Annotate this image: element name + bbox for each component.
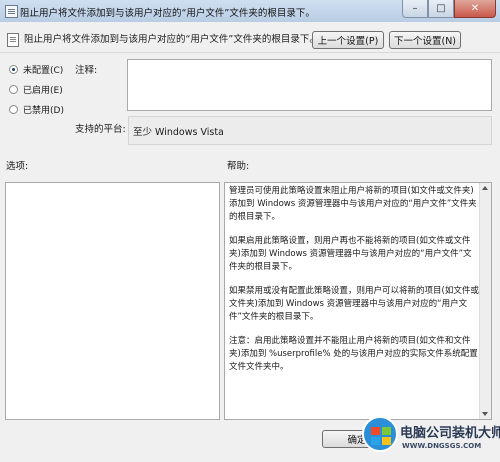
help-paragraph: 注意：启用此策略设置并不能阻止用户将新的项目(如文件和文件夹)添加到 %user… <box>229 336 478 372</box>
options-pane <box>5 182 220 420</box>
help-label: 帮助: <box>227 161 250 172</box>
platform-label: 支持的平台: <box>75 124 126 135</box>
window-controls: – □ ✕ <box>402 0 496 18</box>
separator <box>0 52 500 53</box>
minimize-button[interactable]: – <box>402 0 428 18</box>
help-paragraph: 如果启用此策略设置，则用户再也不能将新的项目(如文件或文件夹)添加到 Windo… <box>229 236 472 272</box>
watermark: 电脑公司装机大师 WWW.DNGSGS.COM <box>362 410 500 462</box>
radio-not-configured[interactable]: 未配置(C) <box>9 63 63 76</box>
help-paragraph: 管理员可使用此策略设置来阻止用户将新的项目(如文件或文件夹)添加到 Window… <box>229 186 477 222</box>
help-pane[interactable]: 管理员可使用此策略设置来阻止用户将新的项目(如文件或文件夹)添加到 Window… <box>224 182 492 420</box>
watermark-logo-icon <box>362 416 398 452</box>
window-title: 阻止用户将文件添加到与该用户对应的“用户文件”文件夹的根目录下。 <box>20 8 315 19</box>
radio-label: 未配置(C) <box>23 66 64 76</box>
watermark-title: 电脑公司装机大师 <box>400 426 500 441</box>
radio-dot[interactable] <box>9 85 18 94</box>
next-setting-button[interactable]: 下一个设置(N) <box>389 31 461 49</box>
radio-label: 已禁用(D) <box>23 106 64 116</box>
previous-setting-button[interactable]: 上一个设置(P) <box>312 31 384 49</box>
radio-enabled[interactable]: 已启用(E) <box>9 83 63 96</box>
radio-label: 已启用(E) <box>23 86 63 96</box>
policy-title: 阻止用户将文件添加到与该用户对应的“用户文件”文件夹的根目录下。 <box>24 34 319 45</box>
title-bar: 阻止用户将文件添加到与该用户对应的“用户文件”文件夹的根目录下。 – □ ✕ <box>0 0 500 23</box>
help-scrollbar[interactable] <box>479 183 491 419</box>
comment-label: 注释: <box>75 65 98 76</box>
maximize-button[interactable]: □ <box>428 0 454 18</box>
watermark-url: WWW.DNGSGS.COM <box>402 442 482 450</box>
radio-dot[interactable] <box>9 105 18 114</box>
supported-platform-field: 至少 Windows Vista <box>128 116 492 145</box>
help-text: 管理员可使用此策略设置来阻止用户将新的项目(如文件或文件夹)添加到 Window… <box>229 185 479 385</box>
options-label: 选项: <box>6 161 29 172</box>
close-button[interactable]: ✕ <box>454 0 496 18</box>
help-paragraph: 如果禁用或没有配置此策略设置，则用户可以将新的项目(如文件或文件夹)添加到 Wi… <box>229 286 479 322</box>
scroll-up-arrow-icon[interactable] <box>482 186 488 190</box>
comment-textarea[interactable] <box>127 59 492 111</box>
radio-dot-selected[interactable] <box>9 65 18 74</box>
platform-value: 至少 Windows Vista <box>133 127 224 138</box>
radio-disabled[interactable]: 已禁用(D) <box>9 103 64 116</box>
policy-setting-icon <box>7 33 19 47</box>
policy-icon <box>5 5 18 18</box>
